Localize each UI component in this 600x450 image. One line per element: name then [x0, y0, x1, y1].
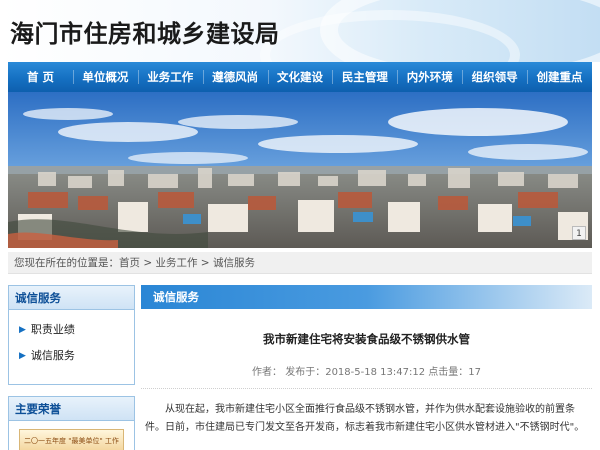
nav-item-ethics[interactable]: 遵德风尚: [202, 62, 268, 92]
sidebar-item-label: 职责业绩: [30, 323, 75, 336]
sidebar-box-honors: 主要荣誉 二〇一五年度 "最美单位" 工作: [8, 396, 135, 450]
main-content: 诚信服务 我市新建住宅将安装食品级不锈钢供水管 作者： 发布于：2018-5-1…: [141, 285, 592, 450]
section-title: 诚信服务: [141, 285, 592, 309]
site-title[interactable]: 海门市住房和城乡建设局: [10, 14, 280, 49]
arrow-right-icon: ▶: [19, 325, 26, 335]
nav-item-culture[interactable]: 文化建设: [267, 62, 333, 92]
divider: [141, 388, 592, 389]
sidebar-box-integrity: 诚信服务 ▶ 职责业绩 ▶ 诚信服务: [8, 285, 135, 385]
site-header: 海门市住房和城乡建设局: [0, 0, 600, 62]
banner-image: 1: [8, 92, 592, 248]
article-title: 我市新建住宅将安装食品级不锈钢供水管: [263, 332, 470, 346]
article-body: 从现在起，我市新建住宅小区全面推行食品级不锈钢水管，并作为供水配套设施验收的前置…: [145, 404, 585, 433]
nav-item-environment[interactable]: 内外环境: [397, 62, 462, 92]
banner-page-indicator[interactable]: 1: [572, 226, 586, 240]
sidebar-item-integrity-service[interactable]: ▶ 诚信服务: [9, 343, 134, 369]
main-nav: 首 页 单位概况 业务工作 遵德风尚 文化建设 民主管理 内外环境 组织领导 创…: [8, 62, 592, 92]
arrow-right-icon: ▶: [19, 351, 26, 361]
sidebar-box-title: 主要荣誉: [9, 397, 134, 421]
nav-item-key-projects[interactable]: 创建重点: [527, 62, 592, 92]
breadcrumb-text: 您现在所在的位置是：首页 > 业务工作 > 诚信服务: [14, 257, 255, 269]
nav-item-leadership[interactable]: 组织领导: [462, 62, 527, 92]
honor-thumbnail[interactable]: 二〇一五年度 "最美单位" 工作: [19, 429, 124, 450]
sidebar-box-title: 诚信服务: [9, 286, 134, 310]
nav-item-home[interactable]: 首 页: [8, 62, 73, 92]
nav-item-democracy[interactable]: 民主管理: [332, 62, 397, 92]
breadcrumb: 您现在所在的位置是：首页 > 业务工作 > 诚信服务: [8, 252, 592, 274]
nav-item-business[interactable]: 业务工作: [137, 62, 203, 92]
article-meta: 作者： 发布于：2018-5-18 13:47:12 点击量：17: [252, 367, 481, 378]
sidebar-item-label: 诚信服务: [30, 349, 75, 362]
city-panorama: [8, 92, 592, 248]
nav-item-about[interactable]: 单位概况: [72, 62, 138, 92]
sidebar-item-duties[interactable]: ▶ 职责业绩: [9, 317, 134, 343]
